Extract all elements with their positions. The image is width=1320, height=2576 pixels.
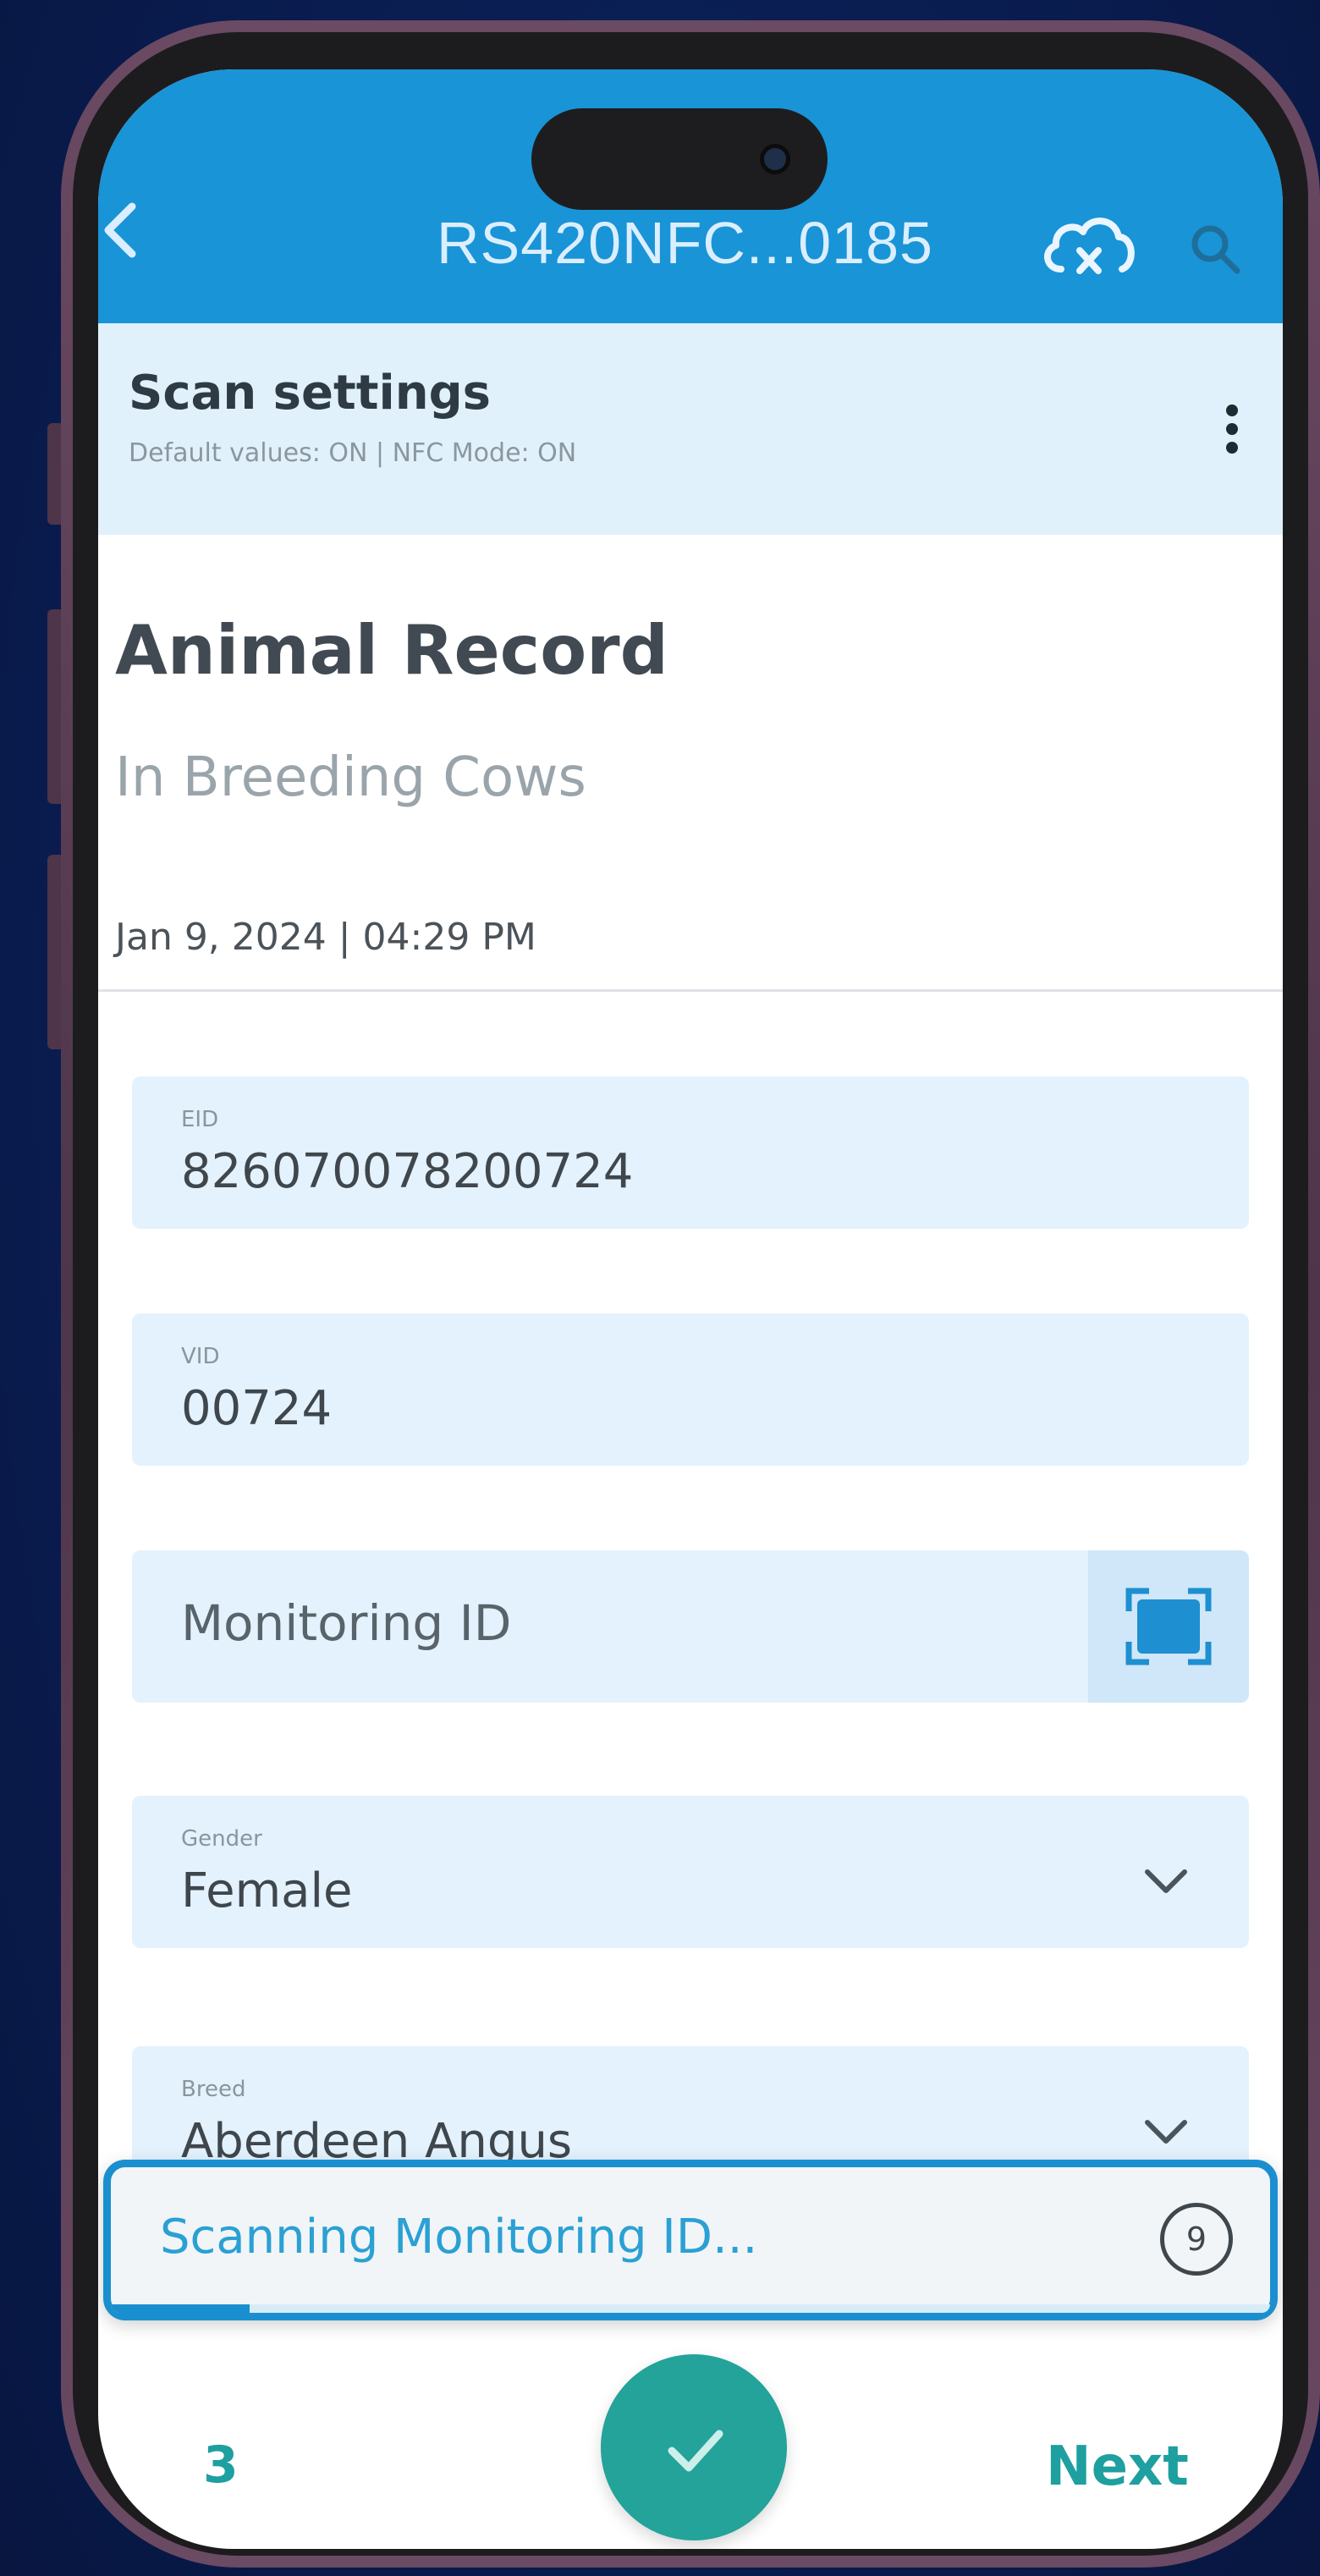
app-header: RS420NFC...0185 bbox=[98, 69, 1283, 323]
scanning-toast: Scanning Monitoring ID... 9 bbox=[103, 2160, 1278, 2320]
eid-value: 826070078200724 bbox=[181, 1144, 634, 1199]
chevron-down-icon bbox=[1145, 1869, 1187, 1893]
vid-field[interactable]: VID 00724 bbox=[132, 1313, 1249, 1466]
divider bbox=[98, 989, 1283, 992]
more-vertical-icon[interactable] bbox=[1215, 405, 1249, 472]
confirm-button[interactable] bbox=[601, 2354, 787, 2540]
app-screen: RS420NFC...0185 Scan settings Default va… bbox=[98, 69, 1283, 2549]
dynamic-island bbox=[531, 108, 828, 210]
gender-value: Female bbox=[181, 1863, 353, 1918]
scan-icon bbox=[1125, 1588, 1212, 1665]
scan-progress-fill bbox=[111, 2304, 250, 2313]
check-icon bbox=[668, 2430, 723, 2472]
scan-settings-title: Scan settings bbox=[129, 366, 492, 421]
monitoring-id-placeholder: Monitoring ID bbox=[181, 1594, 512, 1652]
search-icon[interactable] bbox=[1186, 220, 1246, 279]
scan-button[interactable] bbox=[1088, 1550, 1249, 1703]
gender-select[interactable]: Gender Female bbox=[132, 1796, 1249, 1948]
record-count[interactable]: 3 bbox=[203, 2436, 239, 2495]
gender-label: Gender bbox=[181, 1826, 262, 1852]
countdown-badge: 9 bbox=[1160, 2203, 1233, 2276]
scan-settings-subtitle: Default values: ON | NFC Mode: ON bbox=[129, 438, 577, 468]
record-datetime: Jan 9, 2024 | 04:29 PM bbox=[115, 916, 536, 959]
chevron-left-icon[interactable] bbox=[98, 196, 149, 264]
page-subtitle: In Breeding Cows bbox=[115, 746, 586, 809]
chevron-down-icon bbox=[1145, 2120, 1187, 2144]
scan-progress-bar bbox=[111, 2304, 1270, 2313]
eid-field[interactable]: EID 826070078200724 bbox=[132, 1076, 1249, 1229]
eid-label: EID bbox=[181, 1107, 219, 1132]
next-button[interactable]: Next bbox=[1046, 2436, 1189, 2498]
scan-settings-bar[interactable]: Scan settings Default values: ON | NFC M… bbox=[98, 323, 1283, 535]
scanning-status-text: Scanning Monitoring ID... bbox=[160, 2210, 758, 2265]
vid-label: VID bbox=[181, 1344, 220, 1369]
page-title: Animal Record bbox=[115, 611, 668, 690]
cloud-off-icon[interactable] bbox=[1037, 203, 1139, 288]
monitoring-id-field[interactable]: Monitoring ID bbox=[132, 1550, 1249, 1703]
breed-label: Breed bbox=[181, 2077, 246, 2102]
device-title: RS420NFC...0185 bbox=[437, 210, 933, 276]
vid-value: 00724 bbox=[181, 1381, 333, 1436]
